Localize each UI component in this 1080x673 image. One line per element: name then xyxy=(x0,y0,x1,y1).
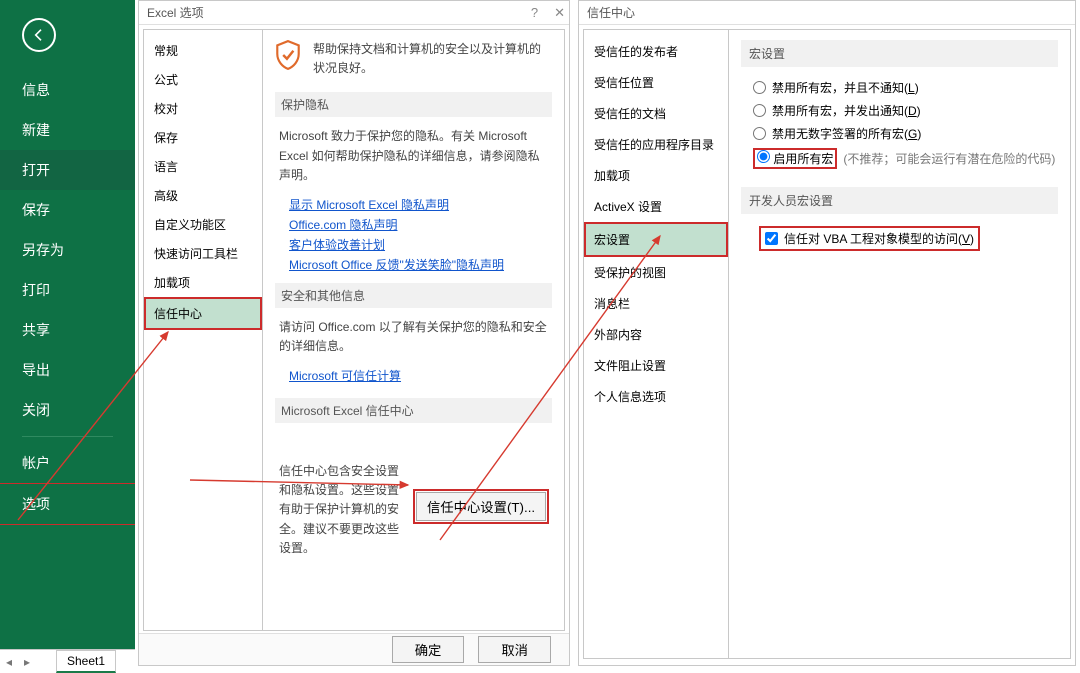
sidebar-item-options[interactable]: 选项 xyxy=(0,483,135,525)
link-trustworthy-computing[interactable]: Microsoft 可信任计算 xyxy=(289,367,552,384)
tc-nav-addins[interactable]: 加载项 xyxy=(584,160,728,191)
options-nav: 常规 公式 校对 保存 语言 高级 自定义功能区 快速访问工具栏 加载项 信任中… xyxy=(143,29,263,631)
trust-center-text: 信任中心包含安全设置和隐私设置。这些设置有助于保护计算机的安全。建议不要更改这些… xyxy=(279,462,409,558)
tc-nav-file-block[interactable]: 文件阻止设置 xyxy=(584,350,728,381)
radio-disable-no-notify[interactable]: 禁用所有宏，并且不通知(L) xyxy=(753,79,1058,96)
options-content: 帮助保持文档和计算机的安全以及计算机的状况良好。 保护隐私 Microsoft … xyxy=(263,29,565,631)
radio-input[interactable] xyxy=(757,150,770,163)
shield-text: 帮助保持文档和计算机的安全以及计算机的状况良好。 xyxy=(309,40,552,78)
options-nav-customize-ribbon[interactable]: 自定义功能区 xyxy=(144,210,262,239)
radio-input[interactable] xyxy=(753,81,766,94)
tc-nav-privacy-options[interactable]: 个人信息选项 xyxy=(584,381,728,412)
section-security: 安全和其他信息 xyxy=(275,283,552,308)
privacy-text: Microsoft 致力于保护您的隐私。有关 Microsoft Excel 如… xyxy=(275,127,552,185)
options-nav-trust-center[interactable]: 信任中心 xyxy=(144,297,262,330)
dialog-title: Excel 选项 xyxy=(147,6,204,20)
shield-icon xyxy=(275,40,301,70)
sidebar-item-new[interactable]: 新建 xyxy=(0,110,135,150)
options-nav-proofing[interactable]: 校对 xyxy=(144,94,262,123)
sidebar-item-save[interactable]: 保存 xyxy=(0,190,135,230)
security-text: 请访问 Office.com 以了解有关保护您的隐私和安全的详细信息。 xyxy=(275,318,552,356)
excel-options-dialog: Excel 选项 ? ✕ 常规 公式 校对 保存 语言 高级 自定义功能区 快速… xyxy=(138,0,570,666)
back-button[interactable] xyxy=(22,18,56,52)
trust-center-content: 宏设置 禁用所有宏，并且不通知(L) 禁用所有宏，并发出通知(D) 禁用无数字签… xyxy=(729,29,1071,659)
dialog-title-bar: Excel 选项 ? ✕ xyxy=(139,1,569,25)
radio-input[interactable] xyxy=(753,127,766,140)
tc-nav-activex[interactable]: ActiveX 设置 xyxy=(584,191,728,222)
cancel-button[interactable]: 取消 xyxy=(478,636,551,663)
sidebar-item-info[interactable]: 信息 xyxy=(0,70,135,110)
tc-nav-documents[interactable]: 受信任的文档 xyxy=(584,98,728,129)
options-nav-addins[interactable]: 加载项 xyxy=(144,268,262,297)
trust-center-dialog: 信任中心 受信任的发布者 受信任位置 受信任的文档 受信任的应用程序目录 加载项… xyxy=(578,0,1076,666)
tc-nav-locations[interactable]: 受信任位置 xyxy=(584,67,728,98)
trust-center-title: 信任中心 xyxy=(587,6,635,20)
sidebar-item-print[interactable]: 打印 xyxy=(0,270,135,310)
sidebar-item-export[interactable]: 导出 xyxy=(0,350,135,390)
tc-nav-protected-view[interactable]: 受保护的视图 xyxy=(584,257,728,288)
tc-nav-message-bar[interactable]: 消息栏 xyxy=(584,288,728,319)
link-privacy-excel[interactable]: 显示 Microsoft Excel 隐私声明 xyxy=(289,196,552,213)
tc-nav-macro-settings[interactable]: 宏设置 xyxy=(584,222,728,257)
sidebar-item-account[interactable]: 帐户 xyxy=(0,443,135,483)
options-nav-formulas[interactable]: 公式 xyxy=(144,65,262,94)
options-nav-qat[interactable]: 快速访问工具栏 xyxy=(144,239,262,268)
tc-nav-publishers[interactable]: 受信任的发布者 xyxy=(584,36,728,67)
section-macro-settings: 宏设置 xyxy=(741,40,1058,67)
sheet-nav-next-icon[interactable]: ▸ xyxy=(18,655,36,669)
trust-center-title-bar: 信任中心 xyxy=(579,1,1075,25)
sidebar-item-close[interactable]: 关闭 xyxy=(0,390,135,430)
checkbox-input[interactable] xyxy=(765,232,778,245)
sidebar-separator xyxy=(22,436,113,437)
checkbox-vba-access[interactable]: 信任对 VBA 工程对象模型的访问(V) xyxy=(753,226,1058,251)
help-icon[interactable]: ? xyxy=(531,1,538,25)
close-icon[interactable]: ✕ xyxy=(554,1,565,25)
radio-enable-all[interactable]: 启用所有宏 (不推荐；可能会运行有潜在危险的代码) xyxy=(753,148,1058,169)
tc-nav-appcatalogs[interactable]: 受信任的应用程序目录 xyxy=(584,129,728,160)
backstage-sidebar: 信息 新建 打开 保存 另存为 打印 共享 导出 关闭 帐户 选项 xyxy=(0,0,135,673)
options-nav-advanced[interactable]: 高级 xyxy=(144,181,262,210)
sidebar-item-saveas[interactable]: 另存为 xyxy=(0,230,135,270)
link-feedback[interactable]: Microsoft Office 反馈"发送笑脸"隐私声明 xyxy=(289,256,552,273)
sheet-nav-prev-icon[interactable]: ◂ xyxy=(0,655,18,669)
link-privacy-office[interactable]: Office.com 隐私声明 xyxy=(289,216,552,233)
trust-center-nav: 受信任的发布者 受信任位置 受信任的文档 受信任的应用程序目录 加载项 Acti… xyxy=(583,29,729,659)
radio-disable-notify[interactable]: 禁用所有宏，并发出通知(D) xyxy=(753,102,1058,119)
sheet-tab[interactable]: Sheet1 xyxy=(56,650,116,673)
sheet-tabs: ◂ ▸ Sheet1 xyxy=(0,649,135,673)
options-nav-language[interactable]: 语言 xyxy=(144,152,262,181)
options-nav-save[interactable]: 保存 xyxy=(144,123,262,152)
sidebar-item-share[interactable]: 共享 xyxy=(0,310,135,350)
section-privacy: 保护隐私 xyxy=(275,92,552,117)
tc-nav-external-content[interactable]: 外部内容 xyxy=(584,319,728,350)
link-ceip[interactable]: 客户体验改善计划 xyxy=(289,236,552,253)
options-nav-general[interactable]: 常规 xyxy=(144,36,262,65)
ok-button[interactable]: 确定 xyxy=(392,636,465,663)
section-dev-macro: 开发人员宏设置 xyxy=(741,187,1058,214)
sidebar-item-open[interactable]: 打开 xyxy=(0,150,135,190)
section-trust-center: Microsoft Excel 信任中心 xyxy=(275,398,552,423)
radio-input[interactable] xyxy=(753,104,766,117)
back-arrow-icon xyxy=(31,27,47,43)
dialog-buttons: 确定 取消 xyxy=(139,633,569,665)
trust-center-settings-button[interactable]: 信任中心设置(T)... xyxy=(416,492,546,521)
radio-disable-unsigned[interactable]: 禁用无数字签署的所有宏(G) xyxy=(753,125,1058,142)
